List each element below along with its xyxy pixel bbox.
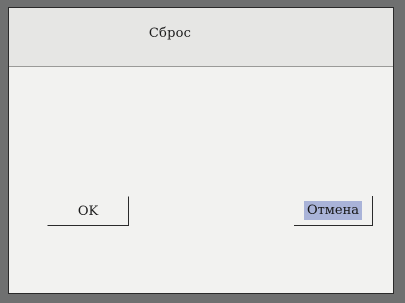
reset-dialog: Сброс OK Отмена [8,7,394,294]
dialog-titlebar: Сброс [9,8,393,67]
cancel-button[interactable]: Отмена [294,196,373,226]
dialog-title: Сброс [148,26,192,41]
ok-button[interactable]: OK [47,196,129,226]
device-screen: Сброс OK Отмена [0,0,405,303]
cancel-button-label: Отмена [303,201,363,220]
ok-button-label: OK [77,203,99,219]
